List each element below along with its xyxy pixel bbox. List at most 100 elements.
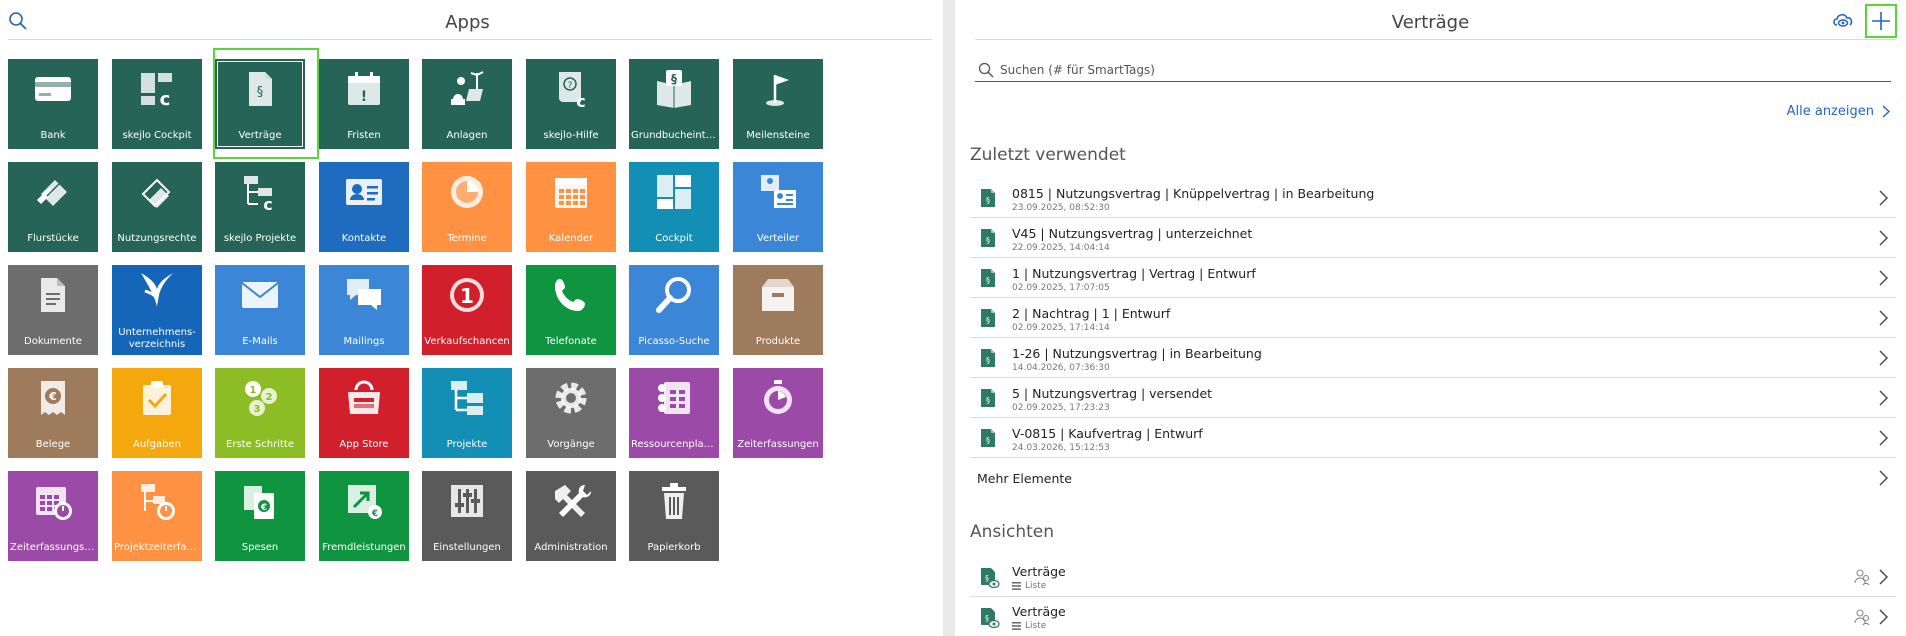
app-tile[interactable]: c skejlo Cockpit <box>112 59 202 149</box>
recent-contract-row[interactable]: § 5 | Nutzungsvertrag | versendet 02.09.20… <box>970 378 1896 418</box>
app-tile[interactable]: Produkte <box>733 265 823 355</box>
recent-contract-row[interactable]: § 0815 | Nutzungsvertrag | Knüppelvertrag… <box>970 178 1896 218</box>
app-tile[interactable]: Papierkorb <box>629 471 719 561</box>
app-tile[interactable]: Meilensteine <box>733 59 823 149</box>
document-icon <box>41 278 65 312</box>
contract-view-icon: § <box>981 608 1000 629</box>
app-tile[interactable]: Zeiterfassungsk… <box>8 471 98 561</box>
app-tile[interactable]: Einstellungen <box>422 471 512 561</box>
app-tile[interactable]: 123 Erste Schritte <box>215 368 305 458</box>
contract-view-icon: § <box>981 568 1000 589</box>
app-tile[interactable]: Zeiterfassungen <box>733 368 823 458</box>
shared-users-icon[interactable] <box>1854 608 1870 626</box>
resource-calculator-icon <box>658 382 690 414</box>
phone-icon <box>555 279 585 311</box>
contract-title: 2 | Nachtrag | 1 | Entwurf <box>1012 306 1171 321</box>
app-tile-label: App Store <box>339 439 389 450</box>
app-tile[interactable]: Projekte <box>422 368 512 458</box>
view-title: Verträge <box>1012 604 1066 619</box>
app-tile[interactable]: App Store <box>319 368 409 458</box>
app-tile[interactable]: Termine <box>422 162 512 252</box>
app-tile-label: Projekte <box>446 439 488 450</box>
app-tile[interactable]: € Spesen <box>215 471 305 561</box>
app-tile[interactable]: ? c skejlo-Hilfe <box>526 59 616 149</box>
app-tile[interactable]: € Belege <box>8 368 98 458</box>
app-tile[interactable]: Ressourcenplan… <box>629 368 719 458</box>
app-tile[interactable]: Vorgänge <box>526 368 616 458</box>
app-tile[interactable]: Verteiler <box>733 162 823 252</box>
view-type: Liste <box>1012 581 1046 591</box>
envelope-icon <box>241 282 279 308</box>
svg-text:§: § <box>986 356 990 365</box>
app-tile[interactable]: Unternehmens-verzeichnis <box>112 265 202 355</box>
search-field[interactable] <box>975 60 1891 82</box>
app-tile-label: Zeiterfassungen <box>737 439 819 450</box>
app-tile-label: Kalender <box>548 233 594 244</box>
app-tile[interactable]: c skejlo Projekte <box>215 162 305 252</box>
app-tile-label: Cockpit <box>655 233 693 244</box>
app-tile[interactable]: Aufgaben <box>112 368 202 458</box>
task-clipboard-icon <box>143 381 171 415</box>
chevron-right-icon <box>1879 270 1888 286</box>
app-tile[interactable]: Telefonate <box>526 265 616 355</box>
trash-icon <box>662 483 686 519</box>
recent-contract-row[interactable]: § 1 | Nutzungsvertrag | Vertrag | Entwurf… <box>970 258 1896 298</box>
shared-users-icon[interactable] <box>1854 568 1870 586</box>
app-tile[interactable]: E-Mails <box>215 265 305 355</box>
app-tile[interactable]: € Fremdleistungen <box>319 471 409 561</box>
app-tile-label: Grundbucheintr… <box>631 130 719 141</box>
app-tile[interactable]: Mailings <box>319 265 409 355</box>
contract-title: 1-26 | Nutzungsvertrag | in Bearbeitung <box>1012 346 1262 361</box>
recent-contract-row[interactable]: § V45 | Nutzungsvertrag | unterzeichnet 22… <box>970 218 1896 258</box>
appointment-clock-icon <box>451 176 483 208</box>
contract-title: 0815 | Nutzungsvertrag | Knüppelvertrag … <box>1012 186 1375 201</box>
contracts-header-divider <box>975 39 1896 40</box>
app-tile[interactable]: Administration <box>526 471 616 561</box>
stopwatch-icon <box>764 380 792 414</box>
app-tile-label: Picasso-Suche <box>638 336 710 347</box>
app-tile[interactable]: 1 Verkaufschancen <box>422 265 512 355</box>
svg-text:§: § <box>986 436 990 445</box>
app-tile-label: skejlo Cockpit <box>122 130 192 141</box>
app-tile[interactable]: Kontakte <box>319 162 409 252</box>
cloud-eye-button[interactable] <box>1828 6 1858 36</box>
app-tile[interactable]: Bank <box>8 59 98 149</box>
contract-title: V-0815 | Kaufvertrag | Entwurf <box>1012 426 1203 441</box>
app-tile[interactable]: Projektzeiterfass… <box>112 471 202 561</box>
cockpit-c-icon: c <box>141 73 172 109</box>
cloud-eye-icon <box>1833 13 1853 27</box>
app-tile[interactable]: Anlagen <box>422 59 512 149</box>
recent-contract-row[interactable]: § 2 | Nachtrag | 1 | Entwurf 02.09.2025, 1… <box>970 298 1896 338</box>
search-icon <box>978 62 994 78</box>
view-row[interactable]: § Verträge Liste <box>970 597 1896 636</box>
app-tile[interactable]: Picasso-Suche <box>629 265 719 355</box>
view-row[interactable]: § Verträge Liste <box>970 557 1896 597</box>
time-calendar-icon <box>36 487 72 520</box>
app-tile[interactable]: ! Fristen <box>319 59 409 149</box>
chevron-right-icon <box>1882 105 1890 118</box>
chevron-right-icon <box>1879 609 1888 625</box>
app-tile-label: Papierkorb <box>647 542 701 553</box>
add-contract-button[interactable] <box>1865 4 1897 38</box>
contract-title: 1 | Nutzungsvertrag | Vertrag | Entwurf <box>1012 266 1256 281</box>
app-tile[interactable]: Dokumente <box>8 265 98 355</box>
more-items-label: Mehr Elemente <box>977 471 1072 486</box>
recent-contract-row[interactable]: § 1-26 | Nutzungsvertrag | in Bearbeitung… <box>970 338 1896 378</box>
search-input[interactable] <box>1000 61 1880 79</box>
app-tile[interactable]: § Grundbucheintr… <box>629 59 719 149</box>
app-tile[interactable]: Cockpit <box>629 162 719 252</box>
app-tile[interactable]: Kalender <box>526 162 616 252</box>
svg-text:c: c <box>576 92 585 109</box>
app-tile[interactable]: Flurstücke <box>8 162 98 252</box>
show-all-link[interactable]: Alle anzeigen <box>1787 104 1890 119</box>
svg-text:c: c <box>263 195 272 212</box>
hammer-wrench-icon <box>555 484 591 517</box>
selected-tile-inner-border <box>217 61 303 147</box>
more-items-row[interactable]: Mehr Elemente <box>970 458 1896 498</box>
app-tile[interactable]: Nutzungsrechte <box>112 162 202 252</box>
contract-doc-icon: § <box>981 269 995 287</box>
dashboard-icon <box>657 175 691 209</box>
contract-doc-icon: § <box>981 229 995 247</box>
app-tile-label: Mailings <box>343 336 385 347</box>
recent-contract-row[interactable]: § V-0815 | Kaufvertrag | Entwurf 24.03.202… <box>970 418 1896 458</box>
